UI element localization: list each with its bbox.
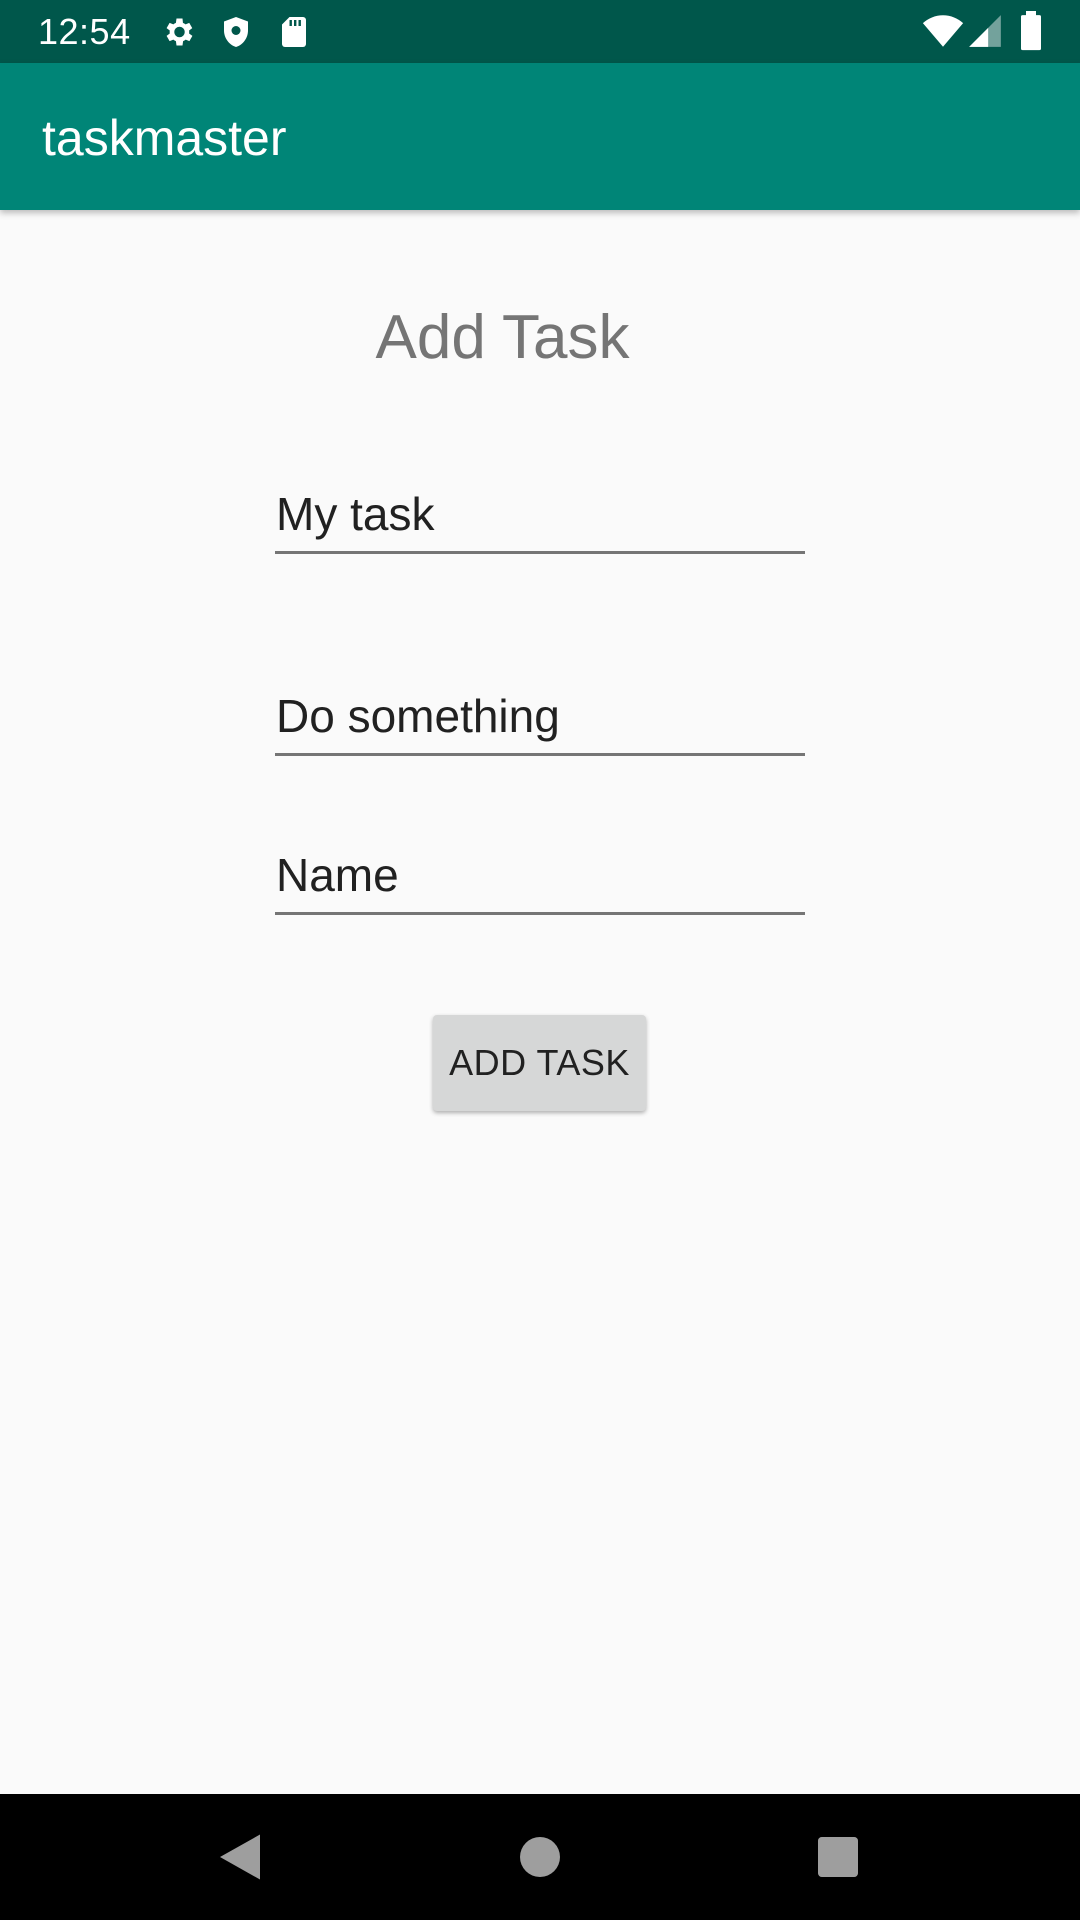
- home-icon[interactable]: [510, 1827, 570, 1887]
- shield-icon: [218, 14, 254, 50]
- gear-icon: [160, 14, 196, 50]
- add-task-button[interactable]: ADD TASK: [433, 1015, 646, 1111]
- field-underline: [275, 753, 805, 756]
- cell-signal-icon: [966, 12, 1004, 50]
- field-underline: [275, 912, 805, 915]
- task-title-field[interactable]: My task: [275, 482, 805, 554]
- app-bar: taskmaster: [0, 63, 1080, 210]
- navigation-bar: [0, 1794, 1080, 1920]
- recents-icon[interactable]: [808, 1827, 868, 1887]
- status-time: 12:54: [38, 11, 131, 52]
- sd-card-icon: [276, 14, 312, 50]
- name-field[interactable]: Name: [275, 843, 805, 915]
- task-body-field[interactable]: Do something: [275, 684, 805, 756]
- back-icon[interactable]: [210, 1827, 270, 1887]
- field-underline: [275, 551, 805, 554]
- task-body-value: Do something: [276, 690, 560, 742]
- battery-icon: [1014, 11, 1048, 51]
- task-title-value: My task: [276, 488, 435, 540]
- page-heading: Add Task: [375, 303, 630, 372]
- wifi-icon: [922, 10, 964, 52]
- screen: 12:54 taskmaster Add Task My task Do som…: [0, 0, 1080, 1920]
- name-value: Name: [276, 849, 399, 901]
- app-title: taskmaster: [42, 110, 287, 166]
- status-bar: 12:54: [0, 0, 1080, 63]
